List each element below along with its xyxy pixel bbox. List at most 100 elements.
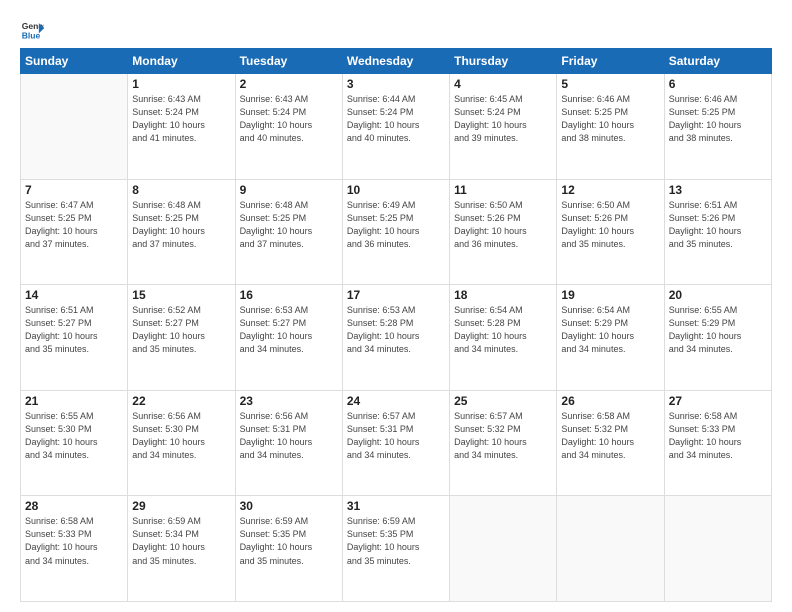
day-info: Sunrise: 6:51 AMSunset: 5:27 PMDaylight:…	[25, 304, 123, 356]
day-info: Sunrise: 6:55 AMSunset: 5:30 PMDaylight:…	[25, 410, 123, 462]
day-info: Sunrise: 6:43 AMSunset: 5:24 PMDaylight:…	[132, 93, 230, 145]
day-info: Sunrise: 6:53 AMSunset: 5:28 PMDaylight:…	[347, 304, 445, 356]
day-number: 9	[240, 183, 338, 197]
day-number: 14	[25, 288, 123, 302]
day-info: Sunrise: 6:46 AMSunset: 5:25 PMDaylight:…	[561, 93, 659, 145]
day-number: 12	[561, 183, 659, 197]
calendar-cell: 29 Sunrise: 6:59 AMSunset: 5:34 PMDayligh…	[128, 496, 235, 602]
calendar-cell: 30Sunrise: 6:59 AMSunset: 5:35 PMDayligh…	[235, 496, 342, 602]
day-number: 1	[132, 77, 230, 91]
day-number: 10	[347, 183, 445, 197]
day-info: Sunrise: 6:44 AMSunset: 5:24 PMDaylight:…	[347, 93, 445, 145]
day-number: 15	[132, 288, 230, 302]
calendar-cell	[664, 496, 771, 602]
day-info: Sunrise: 6:48 AMSunset: 5:25 PMDaylight:…	[240, 199, 338, 251]
weekday-header-thursday: Thursday	[450, 49, 557, 74]
day-number: 17	[347, 288, 445, 302]
calendar-cell: 14 Sunrise: 6:51 AMSunset: 5:27 PMDayligh…	[21, 285, 128, 391]
logo-icon: General Blue	[20, 18, 44, 42]
page: General Blue SundayMondayTuesdayWednesda…	[0, 0, 792, 612]
day-info: Sunrise: 6:54 AMSunset: 5:29 PMDaylight:…	[561, 304, 659, 356]
day-info: Sunrise: 6:51 AMSunset: 5:26 PMDaylight:…	[669, 199, 767, 251]
calendar-cell: 9 Sunrise: 6:48 AMSunset: 5:25 PMDaylight…	[235, 179, 342, 285]
day-info: Sunrise: 6:43 AMSunset: 5:24 PMDaylight:…	[240, 93, 338, 145]
day-number: 23	[240, 394, 338, 408]
calendar-cell: 16 Sunrise: 6:53 AMSunset: 5:27 PMDayligh…	[235, 285, 342, 391]
calendar-header-row: SundayMondayTuesdayWednesdayThursdayFrid…	[21, 49, 772, 74]
calendar-week-4: 21 Sunrise: 6:55 AMSunset: 5:30 PMDayligh…	[21, 390, 772, 496]
day-number: 27	[669, 394, 767, 408]
calendar-cell: 3 Sunrise: 6:44 AMSunset: 5:24 PMDaylight…	[342, 74, 449, 180]
day-info: Sunrise: 6:55 AMSunset: 5:29 PMDaylight:…	[669, 304, 767, 356]
calendar-cell: 1 Sunrise: 6:43 AMSunset: 5:24 PMDaylight…	[128, 74, 235, 180]
calendar-cell: 25 Sunrise: 6:57 AMSunset: 5:32 PMDayligh…	[450, 390, 557, 496]
day-number: 16	[240, 288, 338, 302]
calendar-cell: 13 Sunrise: 6:51 AMSunset: 5:26 PMDayligh…	[664, 179, 771, 285]
day-number: 29	[132, 499, 230, 513]
day-number: 8	[132, 183, 230, 197]
day-number: 19	[561, 288, 659, 302]
day-number: 28	[25, 499, 123, 513]
calendar-cell: 18Sunrise: 6:54 AMSunset: 5:28 PMDayligh…	[450, 285, 557, 391]
day-number: 6	[669, 77, 767, 91]
calendar-cell: 8 Sunrise: 6:48 AMSunset: 5:25 PMDaylight…	[128, 179, 235, 285]
calendar-cell: 31 Sunrise: 6:59 AMSunset: 5:35 PMDayligh…	[342, 496, 449, 602]
day-number: 31	[347, 499, 445, 513]
day-number: 20	[669, 288, 767, 302]
calendar-cell: 26 Sunrise: 6:58 AMSunset: 5:32 PMDayligh…	[557, 390, 664, 496]
day-info: Sunrise: 6:46 AMSunset: 5:25 PMDaylight:…	[669, 93, 767, 145]
day-info: Sunrise: 6:57 AMSunset: 5:32 PMDaylight:…	[454, 410, 552, 462]
calendar-cell: 23 Sunrise: 6:56 AMSunset: 5:31 PMDayligh…	[235, 390, 342, 496]
day-number: 13	[669, 183, 767, 197]
calendar-cell: 15 Sunrise: 6:52 AMSunset: 5:27 PMDayligh…	[128, 285, 235, 391]
calendar-cell: 7Sunrise: 6:47 AMSunset: 5:25 PMDaylight…	[21, 179, 128, 285]
calendar-cell: 12 Sunrise: 6:50 AMSunset: 5:26 PMDayligh…	[557, 179, 664, 285]
weekday-header-tuesday: Tuesday	[235, 49, 342, 74]
calendar-cell: 17 Sunrise: 6:53 AMSunset: 5:28 PMDayligh…	[342, 285, 449, 391]
day-info: Sunrise: 6:53 AMSunset: 5:27 PMDaylight:…	[240, 304, 338, 356]
calendar-week-1: 1 Sunrise: 6:43 AMSunset: 5:24 PMDaylight…	[21, 74, 772, 180]
logo: General Blue	[20, 18, 48, 42]
calendar-cell: 4 Sunrise: 6:45 AMSunset: 5:24 PMDaylight…	[450, 74, 557, 180]
calendar-week-5: 28 Sunrise: 6:58 AMSunset: 5:33 PMDayligh…	[21, 496, 772, 602]
day-number: 24	[347, 394, 445, 408]
day-info: Sunrise: 6:54 AMSunset: 5:28 PMDaylight:…	[454, 304, 552, 356]
calendar-cell: 10 Sunrise: 6:49 AMSunset: 5:25 PMDayligh…	[342, 179, 449, 285]
weekday-header-saturday: Saturday	[664, 49, 771, 74]
day-info: Sunrise: 6:59 AMSunset: 5:35 PMDaylight:…	[240, 515, 338, 567]
day-info: Sunrise: 6:50 AMSunset: 5:26 PMDaylight:…	[454, 199, 552, 251]
calendar-week-3: 14 Sunrise: 6:51 AMSunset: 5:27 PMDayligh…	[21, 285, 772, 391]
day-info: Sunrise: 6:48 AMSunset: 5:25 PMDaylight:…	[132, 199, 230, 251]
day-number: 3	[347, 77, 445, 91]
day-info: Sunrise: 6:57 AMSunset: 5:31 PMDaylight:…	[347, 410, 445, 462]
day-info: Sunrise: 6:58 AMSunset: 5:33 PMDaylight:…	[669, 410, 767, 462]
weekday-header-monday: Monday	[128, 49, 235, 74]
weekday-header-friday: Friday	[557, 49, 664, 74]
day-info: Sunrise: 6:59 AMSunset: 5:34 PMDaylight:…	[132, 515, 230, 567]
day-info: Sunrise: 6:52 AMSunset: 5:27 PMDaylight:…	[132, 304, 230, 356]
day-info: Sunrise: 6:49 AMSunset: 5:25 PMDaylight:…	[347, 199, 445, 251]
calendar-cell: 5Sunrise: 6:46 AMSunset: 5:25 PMDaylight…	[557, 74, 664, 180]
day-number: 22	[132, 394, 230, 408]
day-number: 4	[454, 77, 552, 91]
day-info: Sunrise: 6:59 AMSunset: 5:35 PMDaylight:…	[347, 515, 445, 567]
calendar-cell: 2Sunrise: 6:43 AMSunset: 5:24 PMDaylight…	[235, 74, 342, 180]
calendar-week-2: 7Sunrise: 6:47 AMSunset: 5:25 PMDaylight…	[21, 179, 772, 285]
day-number: 21	[25, 394, 123, 408]
day-info: Sunrise: 6:56 AMSunset: 5:31 PMDaylight:…	[240, 410, 338, 462]
calendar-cell: 20 Sunrise: 6:55 AMSunset: 5:29 PMDayligh…	[664, 285, 771, 391]
header: General Blue	[20, 18, 772, 42]
calendar-cell: 24 Sunrise: 6:57 AMSunset: 5:31 PMDayligh…	[342, 390, 449, 496]
calendar-cell: 21 Sunrise: 6:55 AMSunset: 5:30 PMDayligh…	[21, 390, 128, 496]
day-info: Sunrise: 6:47 AMSunset: 5:25 PMDaylight:…	[25, 199, 123, 251]
day-info: Sunrise: 6:50 AMSunset: 5:26 PMDaylight:…	[561, 199, 659, 251]
day-info: Sunrise: 6:58 AMSunset: 5:32 PMDaylight:…	[561, 410, 659, 462]
day-number: 25	[454, 394, 552, 408]
svg-text:Blue: Blue	[22, 31, 41, 41]
weekday-header-sunday: Sunday	[21, 49, 128, 74]
calendar-cell	[450, 496, 557, 602]
day-info: Sunrise: 6:58 AMSunset: 5:33 PMDaylight:…	[25, 515, 123, 567]
day-number: 26	[561, 394, 659, 408]
day-info: Sunrise: 6:45 AMSunset: 5:24 PMDaylight:…	[454, 93, 552, 145]
weekday-header-wednesday: Wednesday	[342, 49, 449, 74]
